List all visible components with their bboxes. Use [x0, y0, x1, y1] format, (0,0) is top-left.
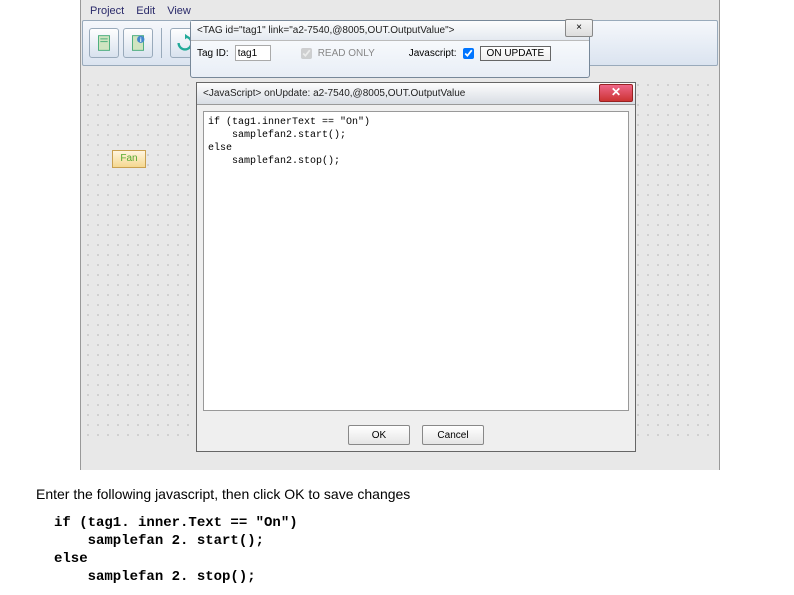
- toolbar-separator: [161, 28, 162, 58]
- readonly-label: READ ONLY: [318, 48, 375, 59]
- cancel-button[interactable]: Cancel: [422, 425, 484, 445]
- tag-dialog-close[interactable]: ×: [565, 19, 593, 37]
- svg-text:i: i: [140, 37, 142, 44]
- ok-button[interactable]: OK: [348, 425, 410, 445]
- tagid-label: Tag ID:: [197, 48, 229, 59]
- info-icon: i: [127, 32, 149, 54]
- fan-component[interactable]: Fan: [112, 150, 146, 168]
- js-dialog-close[interactable]: ✕: [599, 84, 633, 102]
- menubar: Project Edit View: [82, 2, 191, 20]
- example-code: if (tag1. inner.Text == "On") samplefan …: [54, 514, 298, 586]
- tag-dialog-title: <TAG id="tag1" link="a2-7540,@8005,OUT.O…: [191, 21, 589, 41]
- tagid-input[interactable]: [235, 45, 271, 61]
- js-dialog-title: <JavaScript> onUpdate: a2-7540,@8005,OUT…: [197, 83, 635, 105]
- onupdate-button[interactable]: ON UPDATE: [480, 46, 552, 61]
- menu-edit[interactable]: Edit: [136, 5, 155, 17]
- document-icon: [93, 32, 115, 54]
- readonly-checkbox: [301, 48, 312, 59]
- javascript-label: Javascript:: [409, 48, 457, 59]
- menu-project[interactable]: Project: [90, 5, 124, 17]
- toolbar-btn-1[interactable]: [89, 28, 119, 58]
- menu-view[interactable]: View: [167, 5, 191, 17]
- js-dialog-title-text: <JavaScript> onUpdate: a2-7540,@8005,OUT…: [203, 88, 465, 99]
- js-code-textarea[interactable]: if (tag1.innerText == "On") samplefan2.s…: [203, 111, 629, 411]
- js-dialog-buttons: OK Cancel: [197, 425, 635, 445]
- tag-dialog-body: Tag ID: READ ONLY Javascript: ON UPDATE: [197, 45, 583, 61]
- toolbar-btn-2[interactable]: i: [123, 28, 153, 58]
- tag-dialog: <TAG id="tag1" link="a2-7540,@8005,OUT.O…: [190, 20, 590, 78]
- javascript-dialog: <JavaScript> onUpdate: a2-7540,@8005,OUT…: [196, 82, 636, 452]
- javascript-checkbox[interactable]: [463, 48, 474, 59]
- instruction-text: Enter the following javascript, then cli…: [36, 486, 410, 502]
